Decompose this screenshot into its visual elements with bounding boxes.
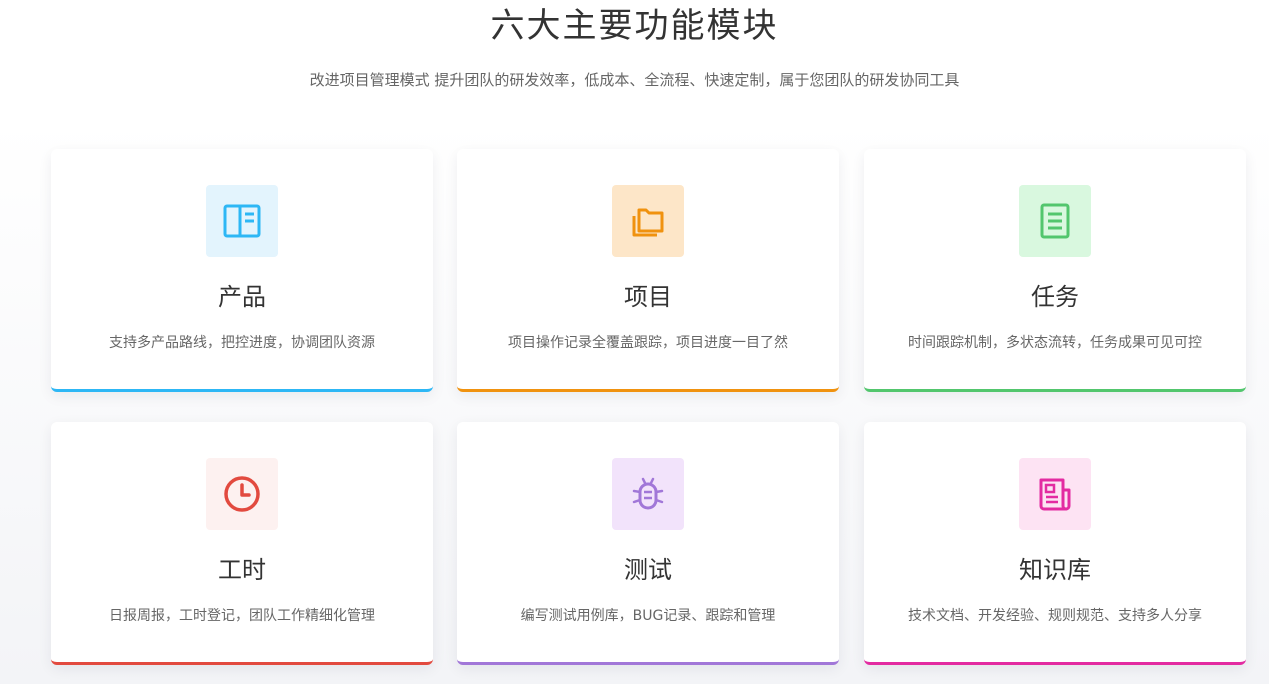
module-desc: 时间跟踪机制，多状态流转，任务成果可见可控 (908, 335, 1202, 351)
product-layout-icon (223, 204, 261, 238)
document-list-icon (1040, 203, 1070, 239)
module-desc: 编写测试用例库，BUG记录、跟踪和管理 (520, 608, 776, 624)
module-desc: 技术文档、开发经验、规则规范、支持多人分享 (908, 608, 1202, 624)
project-icon-box (612, 185, 684, 257)
product-icon-box (206, 185, 278, 257)
section-subtitle: 改进项目管理模式 提升团队的研发效率，低成本、全流程、快速定制，属于您团队的研发… (309, 71, 960, 89)
module-title: 测试 (624, 556, 672, 584)
module-title: 工时 (218, 556, 266, 584)
features-section: 六大主要功能模块 改进项目管理模式 提升团队的研发效率，低成本、全流程、快速定制… (0, 0, 1269, 684)
module-title: 知识库 (1019, 556, 1091, 584)
module-card-knowledge-base[interactable]: 知识库 技术文档、开发经验、规则规范、支持多人分享 (864, 422, 1246, 665)
module-title: 产品 (218, 283, 266, 311)
task-icon-box (1019, 185, 1091, 257)
module-title: 项目 (624, 283, 672, 311)
module-desc: 支持多产品路线，把控进度，协调团队资源 (109, 335, 375, 351)
module-card-task[interactable]: 任务 时间跟踪机制，多状态流转，任务成果可见可控 (864, 149, 1246, 392)
module-card-worktime[interactable]: 工时 日报周报，工时登记，团队工作精细化管理 (51, 422, 433, 665)
module-desc: 日报周报，工时登记，团队工作精细化管理 (109, 608, 375, 624)
module-card-testing[interactable]: 测试 编写测试用例库，BUG记录、跟踪和管理 (457, 422, 839, 665)
module-card-project[interactable]: 项目 项目操作记录全覆盖跟踪，项目进度一目了然 (457, 149, 839, 392)
testing-icon-box (612, 458, 684, 530)
worktime-icon-box (206, 458, 278, 530)
module-card-product[interactable]: 产品 支持多产品路线，把控进度，协调团队资源 (51, 149, 433, 392)
bug-icon (632, 477, 664, 510)
knowledge-icon-box (1019, 458, 1091, 530)
folders-icon (632, 208, 664, 237)
section-title: 六大主要功能模块 (490, 6, 779, 46)
newspaper-icon (1039, 478, 1071, 511)
module-desc: 项目操作记录全覆盖跟踪，项目进度一目了然 (508, 335, 788, 351)
module-title: 任务 (1031, 283, 1079, 311)
clock-icon (224, 476, 260, 512)
